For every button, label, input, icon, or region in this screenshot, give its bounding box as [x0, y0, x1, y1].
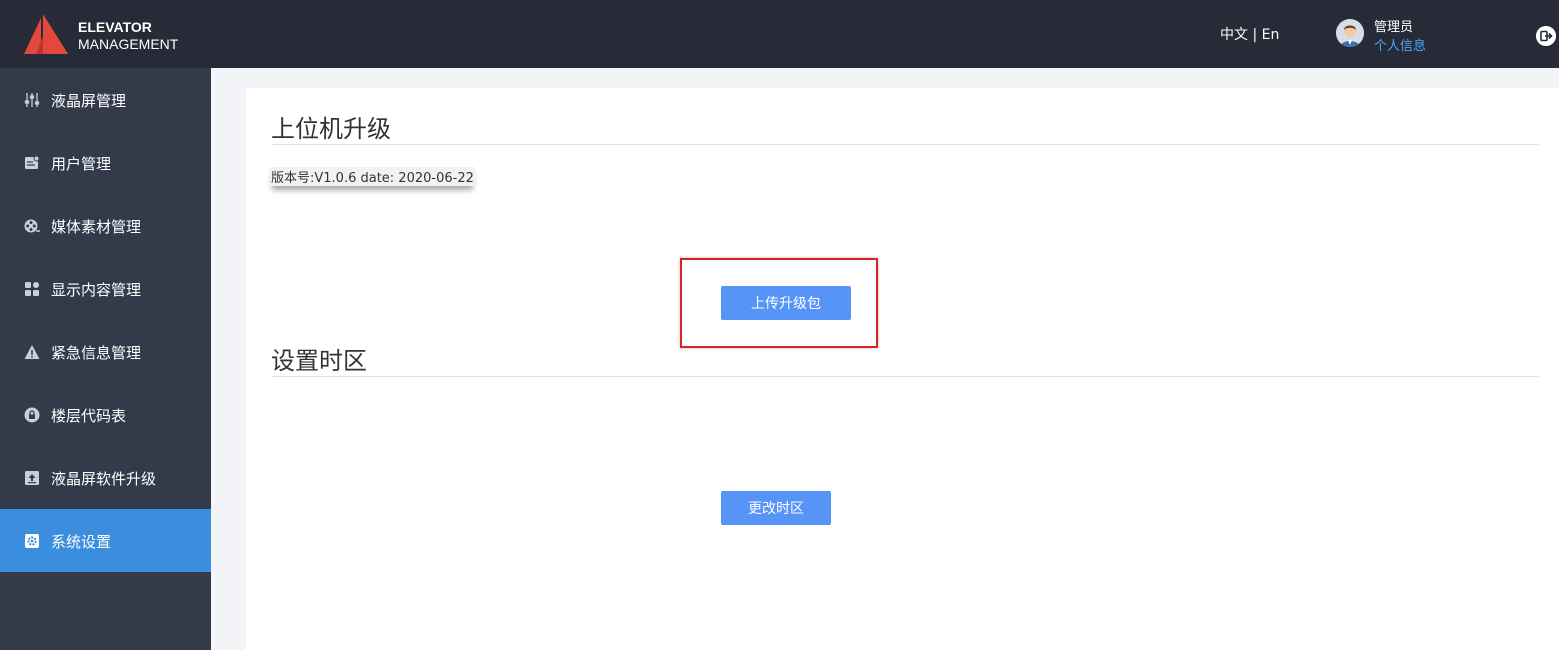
upgrade-section-title: 上位机升级 — [271, 115, 391, 143]
lock-icon — [24, 407, 40, 423]
version-label: 版本号:V1.0.6 date: 2020-06-22 — [270, 167, 475, 186]
sidebar-item-lcd-software-upgrade[interactable]: 液晶屏软件升级 — [0, 446, 211, 509]
grid-icon — [25, 282, 39, 296]
elevator-logo-icon — [24, 14, 68, 54]
brand-line2: MANAGEMENT — [78, 36, 179, 52]
sidebar-item-label: 紧急信息管理 — [51, 344, 142, 362]
divider — [271, 376, 1539, 377]
sidebar-item-media-management[interactable]: 媒体素材管理 — [0, 194, 211, 257]
logout-icon[interactable] — [1536, 26, 1556, 46]
sidebar-item-emergency-info[interactable]: 紧急信息管理 — [0, 320, 211, 383]
lang-english-link[interactable]: En — [1262, 27, 1280, 43]
sidebar-item-user-management[interactable]: 用户管理 — [0, 131, 211, 194]
sidebar-item-label: 液晶屏软件升级 — [51, 470, 157, 488]
sidebar-item-system-settings[interactable]: 系统设置 — [0, 509, 211, 572]
avatar-person-icon — [1336, 19, 1364, 47]
upload-upgrade-package-button[interactable]: 上传升级包 — [721, 286, 851, 320]
main-content: 上位机升级 版本号:V1.0.6 date: 2020-06-22 上传升级包 … — [246, 88, 1559, 650]
sidebar-item-lcd-management[interactable]: 液晶屏管理 — [0, 68, 211, 131]
change-timezone-button[interactable]: 更改时区 — [721, 491, 831, 525]
user-role-label: 管理员 — [1374, 20, 1414, 35]
sidebar-item-display-content[interactable]: 显示内容管理 — [0, 257, 211, 320]
sidebar-item-label: 用户管理 — [51, 155, 112, 173]
sidebar-item-floor-codes[interactable]: 楼层代码表 — [0, 383, 211, 446]
language-switch: 中文 | En — [1220, 24, 1279, 44]
warning-icon — [24, 345, 40, 359]
user-card-icon — [25, 155, 40, 169]
lang-separator: | — [1252, 27, 1258, 43]
profile-link[interactable]: 个人信息 — [1374, 35, 1426, 54]
sliders-icon — [24, 93, 40, 107]
gear-icon — [25, 534, 39, 548]
divider — [271, 144, 1539, 145]
brand-line1: ELEVATOR — [78, 19, 152, 35]
sidebar-item-label: 显示内容管理 — [51, 281, 142, 299]
lang-chinese-link[interactable]: 中文 — [1220, 27, 1248, 43]
upload-icon — [25, 471, 39, 485]
sidebar-item-label: 媒体素材管理 — [51, 218, 142, 236]
top-bar: ELEVATOR MANAGEMENT 中文 | En 管理员 个人信息 — [0, 0, 1559, 68]
sidebar-item-label: 楼层代码表 — [51, 407, 127, 425]
sidebar: 液晶屏管理 用户管理 媒体素材管理 显示内容管理 紧急信息管理 楼层代码表 液晶… — [0, 68, 211, 650]
brand-name: ELEVATOR MANAGEMENT — [78, 19, 178, 53]
avatar[interactable] — [1336, 19, 1364, 47]
timezone-section-title: 设置时区 — [271, 347, 367, 375]
sidebar-item-label: 系统设置 — [51, 533, 112, 551]
sidebar-item-label: 液晶屏管理 — [51, 92, 127, 110]
film-reel-icon — [24, 219, 40, 233]
